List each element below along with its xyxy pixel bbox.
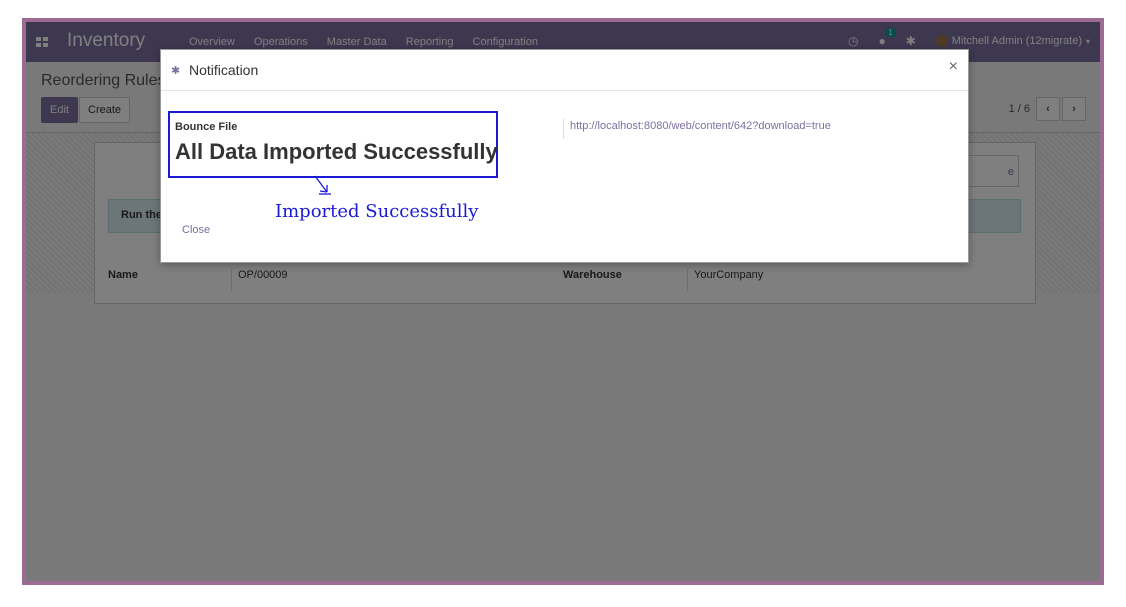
close-button[interactable]: Close xyxy=(182,224,210,236)
annotation-text: Imported Successfully xyxy=(275,201,479,222)
notification-dialog: ✱ Notification × Bounce File All Data Im… xyxy=(160,49,969,263)
dialog-title: Notification xyxy=(189,62,259,78)
download-link[interactable]: http://localhost:8080/web/content/642?do… xyxy=(563,119,831,139)
close-icon[interactable]: × xyxy=(949,58,958,76)
success-message: All Data Imported Successfully xyxy=(175,139,498,164)
dialog-header: ✱ Notification × xyxy=(161,50,968,91)
bug-icon: ✱ xyxy=(171,65,181,77)
bounce-file-label: Bounce File xyxy=(175,121,238,133)
annotation-arrow-icon xyxy=(314,175,331,195)
app-screen: Inventory Overview Operations Master Dat… xyxy=(26,22,1100,581)
